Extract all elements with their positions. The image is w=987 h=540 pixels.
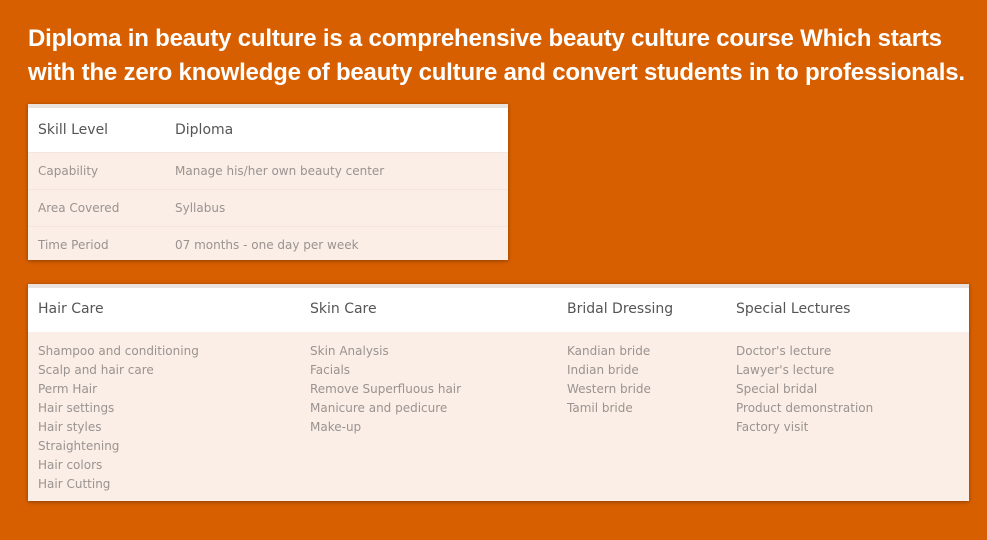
list-item: Scalp and hair care <box>38 363 154 377</box>
list-item: Perm Hair <box>38 382 98 396</box>
list-item: Lawyer's lecture <box>736 363 835 377</box>
time-period-value: 07 months - one day per week <box>175 238 359 252</box>
table-row: Capability Manage his/her own beauty cen… <box>28 152 508 189</box>
capability-value: Manage his/her own beauty center <box>175 164 385 178</box>
list-item: Shampoo and conditioning <box>38 344 199 358</box>
syllabus-body: Shampoo and conditioning Scalp and hair … <box>28 332 969 501</box>
list-item: Product demonstration <box>736 401 874 415</box>
list-item: Straightening <box>38 439 120 453</box>
skill-table-header: Skill Level Diploma <box>28 108 508 152</box>
list-item: Skin Analysis <box>310 344 389 358</box>
list-item: Hair colors <box>38 458 103 472</box>
list-item: Manicure and pedicure <box>310 401 448 415</box>
page-headline: Diploma in beauty culture is a comprehen… <box>28 25 965 86</box>
table-row: Area Covered Syllabus <box>28 189 508 226</box>
list-item: Hair styles <box>38 420 102 434</box>
list-item: Hair Cutting <box>38 477 111 491</box>
list-item: Special bridal <box>736 382 818 396</box>
list-item: Facials <box>310 363 351 377</box>
list-item: Kandian bride <box>567 344 651 358</box>
list-item: Doctor's lecture <box>736 344 832 358</box>
list-item: Make-up <box>310 420 362 434</box>
list-item: Indian bride <box>567 363 639 377</box>
hair-care-heading: Hair Care <box>38 301 104 317</box>
time-period-label: Time Period <box>38 238 109 252</box>
capability-label: Capability <box>38 164 99 178</box>
skill-level-label: Skill Level <box>38 122 109 138</box>
syllabus-table: Hair Care Skin Care Bridal Dressing Spec… <box>28 284 969 501</box>
area-covered-label: Area Covered <box>38 201 120 215</box>
list-item: Hair settings <box>38 401 115 415</box>
hair-care-list: Shampoo and conditioning Scalp and hair … <box>38 342 199 494</box>
skill-level-value: Diploma <box>175 122 234 138</box>
bridal-dressing-list: Kandian bride Indian bride Western bride… <box>567 342 651 418</box>
list-item: Tamil bride <box>567 401 633 415</box>
list-item: Remove Superfluous hair <box>310 382 462 396</box>
skill-level-table: Skill Level Diploma Capability Manage hi… <box>28 104 508 260</box>
skin-care-list: Skin Analysis Facials Remove Superfluous… <box>310 342 461 437</box>
bridal-dressing-heading: Bridal Dressing <box>567 301 674 317</box>
area-covered-value: Syllabus <box>175 201 226 215</box>
special-lectures-heading: Special Lectures <box>736 301 851 317</box>
list-item: Western bride <box>567 382 651 396</box>
list-item: Factory visit <box>736 420 809 434</box>
table-row: Time Period 07 months - one day per week <box>28 226 508 263</box>
skin-care-heading: Skin Care <box>310 301 377 317</box>
special-lectures-list: Doctor's lecture Lawyer's lecture Specia… <box>736 342 873 437</box>
syllabus-header: Hair Care Skin Care Bridal Dressing Spec… <box>28 288 969 332</box>
